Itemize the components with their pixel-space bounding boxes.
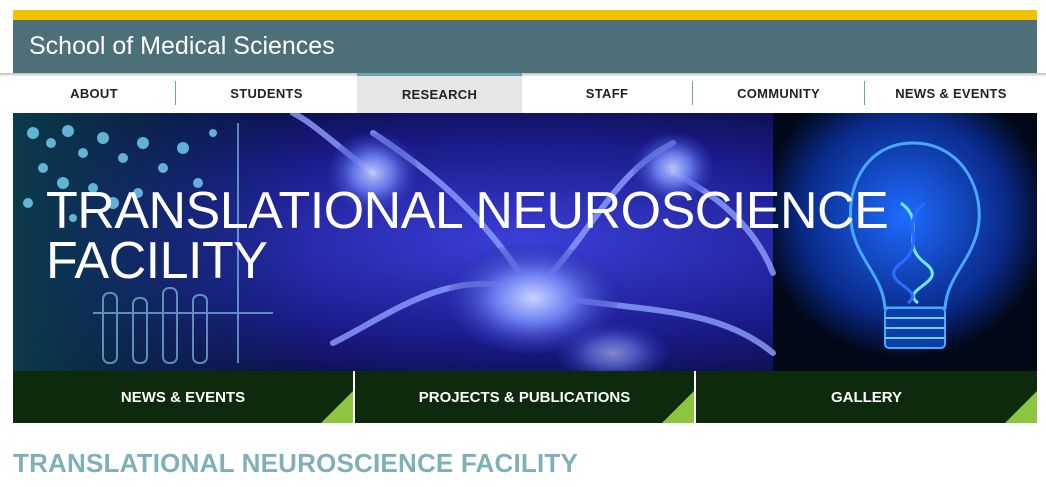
nav-item-community[interactable]: COMMUNITY <box>693 73 864 113</box>
nav-item-news-events[interactable]: NEWS & EVENTS <box>865 73 1037 113</box>
tile-label: GALLERY <box>830 388 903 406</box>
tile-projects-publications[interactable]: PROJECTS & PUBLICATIONS <box>353 371 694 423</box>
corner-arrow-icon <box>321 391 353 423</box>
corner-arrow-icon <box>662 391 694 423</box>
site-header: School of Medical Sciences <box>13 20 1037 73</box>
hero-banner: TRANSLATIONAL NEUROSCIENCE FACILITY <box>13 113 1037 371</box>
corner-arrow-icon <box>1005 391 1037 423</box>
nav-item-staff[interactable]: STAFF <box>522 73 692 113</box>
nav-item-students[interactable]: STUDENTS <box>176 73 357 113</box>
hero-title: TRANSLATIONAL NEUROSCIENCE FACILITY <box>46 182 889 290</box>
top-accent-band <box>13 10 1037 20</box>
tile-label: PROJECTS & PUBLICATIONS <box>418 388 631 406</box>
nav-item-about[interactable]: ABOUT <box>13 73 175 113</box>
site-title[interactable]: School of Medical Sciences <box>29 32 335 60</box>
tile-label: NEWS & EVENTS <box>120 388 246 406</box>
page-title: TRANSLATIONAL NEUROSCIENCE FACILITY <box>13 448 579 478</box>
tile-gallery[interactable]: GALLERY <box>694 371 1037 423</box>
tile-news-events[interactable]: NEWS & EVENTS <box>13 371 353 423</box>
feature-tiles: NEWS & EVENTS PROJECTS & PUBLICATIONS GA… <box>13 371 1037 423</box>
main-nav: ABOUT STUDENTS RESEARCH STAFF COMMUNITY … <box>13 73 1037 113</box>
nav-item-research[interactable]: RESEARCH <box>357 73 522 113</box>
